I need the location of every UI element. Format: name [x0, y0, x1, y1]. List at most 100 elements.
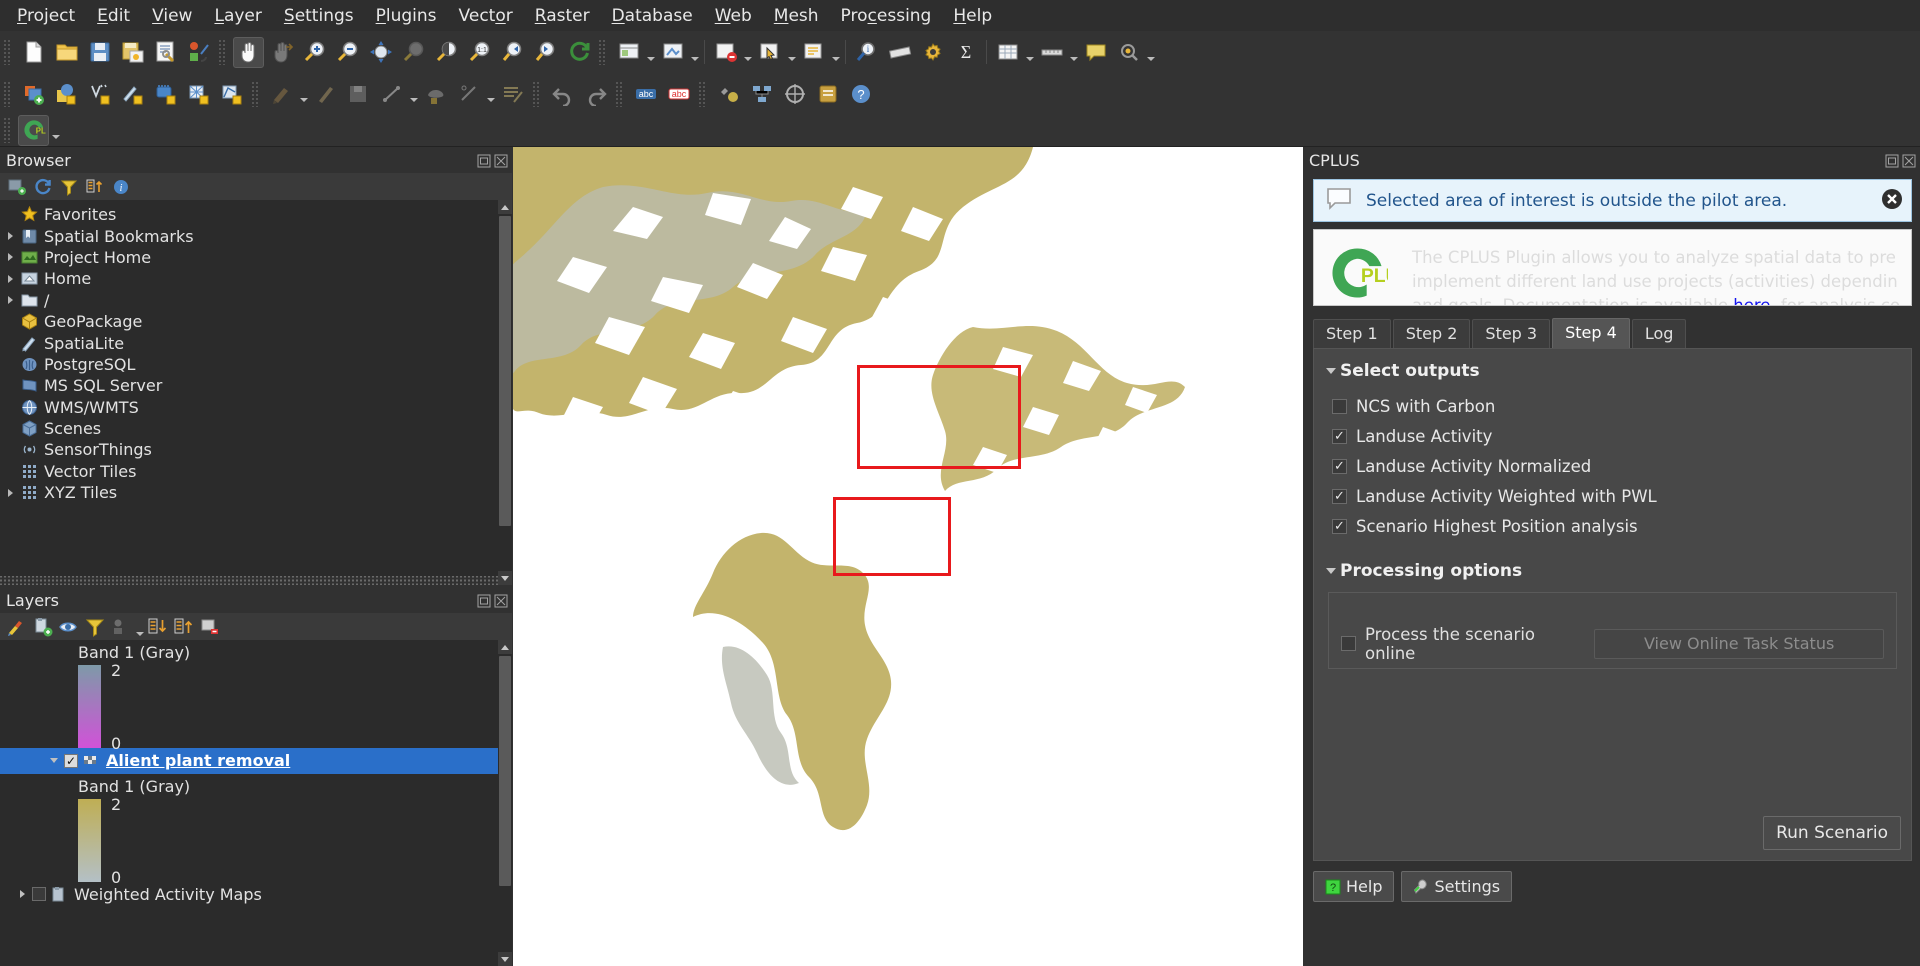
refresh-map-icon[interactable] [563, 37, 594, 68]
layer-visibility-checkbox[interactable] [32, 887, 46, 902]
cplus-float-icon[interactable] [1885, 153, 1899, 168]
view-online-task-status-button[interactable]: View Online Task Status [1594, 628, 1884, 659]
unplaced-labels-dropdown[interactable] [1145, 37, 1156, 68]
menu-raster[interactable]: Raster [524, 3, 601, 29]
processing-options-header[interactable]: Processing options [1322, 561, 1911, 581]
browser-item-ms-sql-server[interactable]: MS SQL Server [0, 375, 512, 396]
checkbox-scenario-highest-position[interactable]: ✓ [1332, 518, 1347, 534]
browser-item-home[interactable]: Home [0, 268, 512, 289]
toolbar-grip-2[interactable] [218, 39, 227, 65]
tab-step-3[interactable]: Step 3 [1472, 319, 1551, 348]
processing-toolbox-icon[interactable] [713, 78, 744, 109]
zoom-out-icon[interactable] [332, 37, 363, 68]
browser-item-geopackage[interactable]: GeoPackage [0, 311, 512, 332]
menu-layer[interactable]: Layer [203, 3, 272, 29]
vertex-tool-icon[interactable] [420, 78, 451, 109]
multi-edit-icon[interactable] [497, 78, 528, 109]
manage-visibility-icon[interactable] [56, 616, 82, 638]
toolbar-grip[interactable] [3, 39, 12, 65]
browser-item-scenes[interactable]: Scenes [0, 418, 512, 439]
add-postgis-layer-icon[interactable] [150, 78, 181, 109]
layer-visibility-checkbox[interactable]: ✓ [64, 753, 78, 768]
select-outputs-header[interactable]: Select outputs [1322, 361, 1911, 381]
checkbox-landuse-activity[interactable]: ✓ [1332, 428, 1347, 444]
select-by-value-icon[interactable] [798, 37, 829, 68]
measure-dropdown[interactable] [1068, 37, 1079, 68]
cplus-close-icon[interactable] [1902, 153, 1916, 168]
db-manager-icon[interactable] [812, 78, 843, 109]
current-edits-icon[interactable] [266, 78, 297, 109]
browser-scroll-thumb[interactable] [499, 216, 511, 526]
zoom-next-icon[interactable] [530, 37, 561, 68]
attribute-table-dropdown[interactable] [1024, 37, 1035, 68]
browser-item-project-home[interactable]: Project Home [0, 247, 512, 268]
expander-icon[interactable] [2, 275, 18, 283]
new-project-icon[interactable] [18, 37, 49, 68]
pan-map-icon[interactable] [233, 36, 264, 68]
browser-tree[interactable]: Favorites Spatial Bookmarks Project Home Ho… [0, 200, 512, 585]
measure-line-icon[interactable] [1036, 37, 1067, 68]
toolbar-grip-7[interactable] [615, 80, 624, 107]
checkbox-row-landuse-activity[interactable]: ✓ Landuse Activity [1332, 421, 1911, 451]
menu-mesh[interactable]: Mesh [763, 3, 830, 29]
menu-vector[interactable]: Vector [448, 3, 524, 29]
refresh-icon[interactable] [30, 176, 56, 198]
filter-legend-icon[interactable] [82, 616, 108, 638]
save-layer-edits-icon[interactable] [343, 78, 374, 109]
layer-expander-icon[interactable] [12, 890, 32, 898]
options-gear-icon[interactable] [917, 37, 948, 68]
show-unplaced-labels-icon[interactable] [1113, 37, 1144, 68]
close-message-icon[interactable] [1881, 188, 1903, 214]
menu-web[interactable]: Web [704, 3, 763, 29]
run-scenario-button[interactable]: Run Scenario [1763, 816, 1901, 850]
layers-scrollbar[interactable] [498, 640, 512, 966]
undo-icon[interactable] [547, 78, 578, 109]
add-line-feature-icon[interactable] [376, 78, 407, 109]
map-tips-icon[interactable] [1080, 37, 1111, 68]
plugin-manager-icon[interactable]: ? [845, 78, 876, 109]
add-vector-layer-icon[interactable] [18, 78, 49, 109]
add-wms-layer-icon[interactable] [183, 78, 214, 109]
layers-tree[interactable]: Band 1 (Gray) 2 0 ✓ Alient plant removal Band… [0, 640, 512, 966]
browser-resize-handle[interactable] [0, 576, 498, 585]
open-attribute-table-icon[interactable] [992, 37, 1023, 68]
add-feature-dropdown[interactable] [408, 78, 419, 109]
aoi-rectangle-1[interactable] [857, 365, 1021, 469]
tab-step-4[interactable]: Step 4 [1552, 318, 1630, 348]
filter-legend-expression-icon[interactable] [108, 616, 134, 638]
menu-edit[interactable]: Edit [86, 3, 141, 29]
browser-item-spatialite[interactable]: SpatiaLite [0, 332, 512, 353]
help-button[interactable]: ? Help [1313, 871, 1395, 902]
menu-view[interactable]: View [141, 3, 203, 29]
menu-plugins[interactable]: Plugins [365, 3, 448, 29]
layers-scroll-down-icon[interactable] [498, 952, 512, 966]
toggle-editing-icon[interactable] [310, 78, 341, 109]
browser-item-sensorthings[interactable]: SensorThings [0, 439, 512, 460]
deselect-dropdown[interactable] [742, 37, 753, 68]
layer-expander-icon[interactable] [44, 758, 64, 763]
graphical-modeler-icon[interactable] [746, 78, 777, 109]
zoom-in-icon[interactable] [299, 37, 330, 68]
modify-attributes-dropdown[interactable] [485, 78, 496, 109]
settings-button[interactable]: Settings [1401, 871, 1513, 902]
browser-item-xyz-tiles[interactable]: XYZ Tiles [0, 482, 512, 503]
layers-close-icon[interactable] [494, 593, 508, 608]
new-map-view-icon[interactable] [613, 37, 644, 68]
properties-info-icon[interactable]: i [108, 176, 134, 198]
add-selected-layers-icon[interactable] [4, 176, 30, 198]
aoi-rectangle-2[interactable] [833, 497, 951, 576]
zoom-to-layer-icon[interactable] [431, 37, 462, 68]
menu-project[interactable]: Project [6, 3, 86, 29]
modify-attributes-icon[interactable] [453, 78, 484, 109]
menu-help[interactable]: Help [942, 3, 1003, 29]
browser-scroll-up-icon[interactable] [498, 200, 512, 214]
open-layer-styling-icon[interactable] [4, 616, 30, 638]
expander-icon[interactable] [2, 489, 18, 497]
cplus-plugin-dropdown[interactable] [50, 115, 61, 146]
remove-layer-icon[interactable] [197, 616, 223, 638]
add-raster-layer-icon[interactable] [51, 78, 82, 109]
toolbar-grip-3[interactable] [598, 39, 607, 65]
expander-icon[interactable] [2, 232, 18, 240]
layer-row[interactable]: ✓ Alient plant removal [0, 748, 512, 774]
save-project-icon[interactable] [84, 37, 115, 68]
